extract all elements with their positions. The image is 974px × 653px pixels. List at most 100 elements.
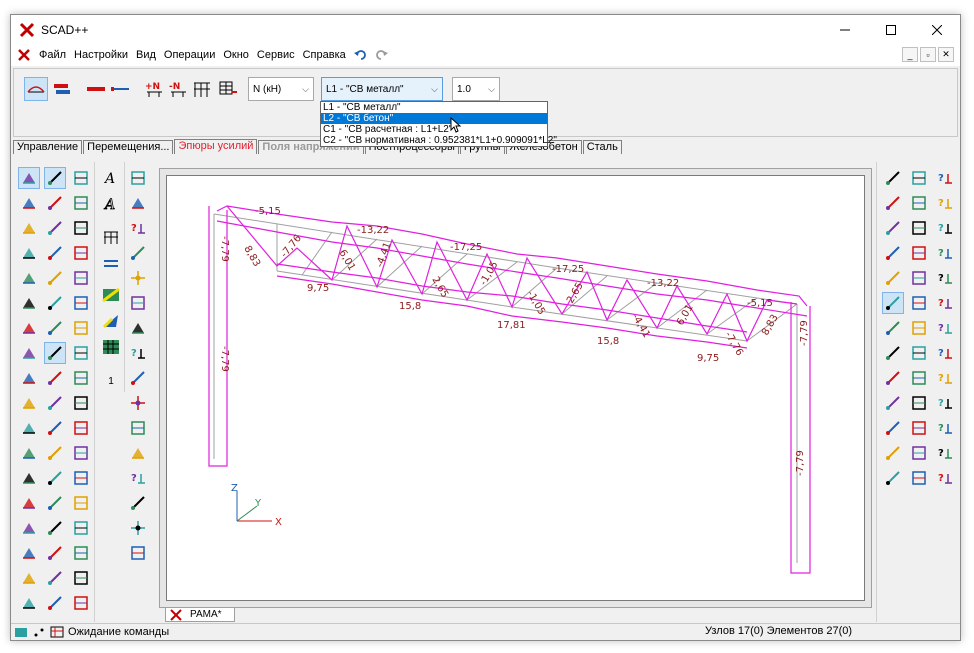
left-tool-44-button[interactable]	[44, 517, 66, 539]
tab-steel[interactable]: Сталь	[582, 140, 622, 154]
right-tool-30-button[interactable]: ?	[934, 392, 956, 414]
left-tool-18-button[interactable]	[70, 292, 92, 314]
right-tool-35-button[interactable]	[908, 442, 930, 464]
load-option-l2[interactable]: L2 - "СВ бетон"	[321, 113, 547, 124]
right-tool-12-button[interactable]: ?	[934, 242, 956, 264]
left-tool-50-button[interactable]	[44, 567, 66, 589]
right-tool-31-button[interactable]	[882, 417, 904, 439]
load-option-c1[interactable]: C1 - "СВ расчетная : L1+L2"	[321, 124, 547, 135]
unit-combo[interactable]: N (кН) ⌵	[248, 77, 314, 101]
table-values-button[interactable]	[216, 77, 240, 101]
filter-tool-6-button[interactable]	[127, 292, 149, 314]
left-tool-3-button[interactable]	[70, 167, 92, 189]
beam-line-button[interactable]	[108, 77, 132, 101]
mdi-restore-button[interactable]: ▫	[920, 47, 936, 62]
add-n-button[interactable]: +N	[142, 77, 166, 101]
left-tool-36-button[interactable]	[70, 442, 92, 464]
left-tool-28-button[interactable]	[18, 392, 40, 414]
right-tool-2-button[interactable]	[908, 167, 930, 189]
left-tool-11-button[interactable]	[44, 242, 66, 264]
menu-service[interactable]: Сервис	[253, 49, 299, 61]
right-tool-8-button[interactable]	[908, 217, 930, 239]
left-tool-19-button[interactable]	[18, 317, 40, 339]
right-tool-3-button[interactable]: ?	[934, 167, 956, 189]
right-tool-23-button[interactable]	[908, 342, 930, 364]
right-tool-27-button[interactable]: ?	[934, 367, 956, 389]
left-tool-20-button[interactable]	[44, 317, 66, 339]
tab-control[interactable]: Управление	[13, 140, 83, 154]
left-tool-7-button[interactable]	[18, 217, 40, 239]
filter-tool-7-button[interactable]	[127, 317, 149, 339]
model-status-icon[interactable]	[14, 625, 28, 639]
right-tool-13-button[interactable]	[882, 267, 904, 289]
left-tool-13-button[interactable]	[18, 267, 40, 289]
filter-tool-9-button[interactable]	[127, 367, 149, 389]
left-tool-15-button[interactable]	[70, 267, 92, 289]
left-tool-12-button[interactable]	[70, 242, 92, 264]
left-tool-16-button[interactable]	[18, 292, 40, 314]
left-tool-2-button[interactable]	[44, 167, 66, 189]
left-tool-48-button[interactable]	[70, 542, 92, 564]
left-tool-51-button[interactable]	[70, 567, 92, 589]
right-tool-26-button[interactable]	[908, 367, 930, 389]
right-tool-36-button[interactable]: ?	[934, 442, 956, 464]
left-tool-26-button[interactable]	[44, 367, 66, 389]
right-tool-22-button[interactable]	[882, 342, 904, 364]
diagram-colored-button[interactable]	[50, 77, 74, 101]
left-tool-10-button[interactable]	[18, 242, 40, 264]
right-tool-4-button[interactable]	[882, 192, 904, 214]
left-tool-38-button[interactable]	[44, 467, 66, 489]
right-tool-9-button[interactable]: ?	[934, 217, 956, 239]
left-tool-29-button[interactable]	[44, 392, 66, 414]
right-tool-21-button[interactable]: ?	[934, 317, 956, 339]
right-tool-6-button[interactable]: ?	[934, 192, 956, 214]
filter-tool-8-button[interactable]: ?	[127, 342, 149, 364]
right-tool-25-button[interactable]	[882, 367, 904, 389]
left-tool-8-button[interactable]	[44, 217, 66, 239]
color-grid-button[interactable]	[100, 336, 122, 358]
left-tool-45-button[interactable]	[70, 517, 92, 539]
left-tool-27-button[interactable]	[70, 367, 92, 389]
tab-displacements[interactable]: Перемещения...	[83, 140, 174, 154]
right-tool-15-button[interactable]: ?	[934, 267, 956, 289]
left-tool-25-button[interactable]	[18, 367, 40, 389]
left-tool-54-button[interactable]	[70, 592, 92, 614]
left-tool-39-button[interactable]	[70, 467, 92, 489]
right-tool-17-button[interactable]	[908, 292, 930, 314]
left-tool-14-button[interactable]	[44, 267, 66, 289]
mdi-minimize-button[interactable]: _	[902, 47, 918, 62]
maximize-button[interactable]	[868, 15, 914, 44]
left-tool-41-button[interactable]	[44, 492, 66, 514]
right-tool-39-button[interactable]: ?	[934, 467, 956, 489]
filter-tool-5-button[interactable]	[127, 267, 149, 289]
right-tool-11-button[interactable]	[908, 242, 930, 264]
filter-tool-12-button[interactable]	[127, 442, 149, 464]
right-tool-5-button[interactable]	[908, 192, 930, 214]
diagram-show-button[interactable]	[24, 77, 48, 101]
model-canvas[interactable]: -7,79 -5,15 8,83 -7,76 -13,22 6,01 -4,41 -17,25…	[166, 175, 865, 601]
left-tool-30-button[interactable]	[70, 392, 92, 414]
iso-lines-button[interactable]	[100, 310, 122, 332]
filter-tool-10-button[interactable]	[127, 392, 149, 414]
left-tool-31-button[interactable]	[18, 417, 40, 439]
left-tool-34-button[interactable]	[18, 442, 40, 464]
iso-fields-button[interactable]	[100, 284, 122, 306]
menu-help[interactable]: Справка	[299, 49, 350, 61]
filter-tool-2-button[interactable]	[127, 192, 149, 214]
minimize-button[interactable]	[822, 15, 868, 44]
undo-icon[interactable]	[353, 49, 368, 61]
close-button[interactable]	[914, 15, 960, 44]
left-tool-9-button[interactable]	[70, 217, 92, 239]
left-tool-5-button[interactable]	[44, 192, 66, 214]
mdi-close-button[interactable]: ✕	[938, 47, 954, 62]
menu-operations[interactable]: Операции	[160, 49, 219, 61]
left-tool-47-button[interactable]	[44, 542, 66, 564]
menu-window[interactable]: Окно	[219, 49, 253, 61]
left-tool-46-button[interactable]	[18, 542, 40, 564]
menu-settings[interactable]: Настройки	[70, 49, 132, 61]
left-tool-22-button[interactable]	[18, 342, 40, 364]
left-tool-4-button[interactable]	[18, 192, 40, 214]
section-view-button[interactable]	[100, 252, 122, 274]
left-tool-43-button[interactable]	[18, 517, 40, 539]
tab-force-diagrams[interactable]: Эпюры усилий	[174, 139, 258, 154]
